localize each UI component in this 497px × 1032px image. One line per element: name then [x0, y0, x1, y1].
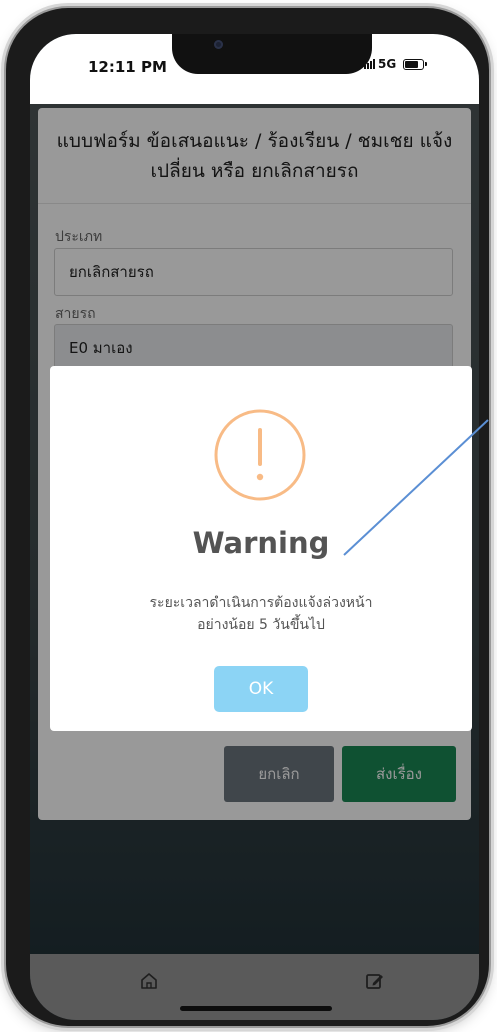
phone-frame: 12:11 PM 5G แบบฟอร์ม ข้อเสนอแนะ / ร้องเร…: [6, 8, 489, 1026]
dialog-title: Warning: [192, 526, 330, 560]
dialog-message: ระยะเวลาดำเนินการต้องแจ้งล่วงหน้า อย่างน…: [90, 592, 432, 636]
home-indicator: [180, 1006, 332, 1011]
dialog-message-line-2: อย่างน้อย 5 วันขึ้นไป: [197, 617, 325, 633]
phone-screen: 12:11 PM 5G แบบฟอร์ม ข้อเสนอแนะ / ร้องเร…: [30, 34, 479, 1020]
dialog-message-line-1: ระยะเวลาดำเนินการต้องแจ้งล่วงหน้า: [149, 595, 373, 611]
signal-indicator: 5G: [364, 57, 428, 71]
warning-dialog: Warning ระยะเวลาดำเนินการต้องแจ้งล่วงหน้…: [50, 366, 472, 731]
home-icon[interactable]: [138, 970, 160, 992]
battery-icon: [403, 58, 428, 70]
status-time: 12:11 PM: [88, 58, 167, 76]
network-type: 5G: [378, 57, 397, 71]
camera-icon: [214, 40, 223, 49]
warning-exclamation-icon: [214, 409, 306, 501]
edit-icon[interactable]: [364, 970, 386, 992]
notch: [172, 34, 372, 74]
ok-button[interactable]: OK: [214, 666, 308, 712]
bottom-nav: [30, 954, 479, 1020]
